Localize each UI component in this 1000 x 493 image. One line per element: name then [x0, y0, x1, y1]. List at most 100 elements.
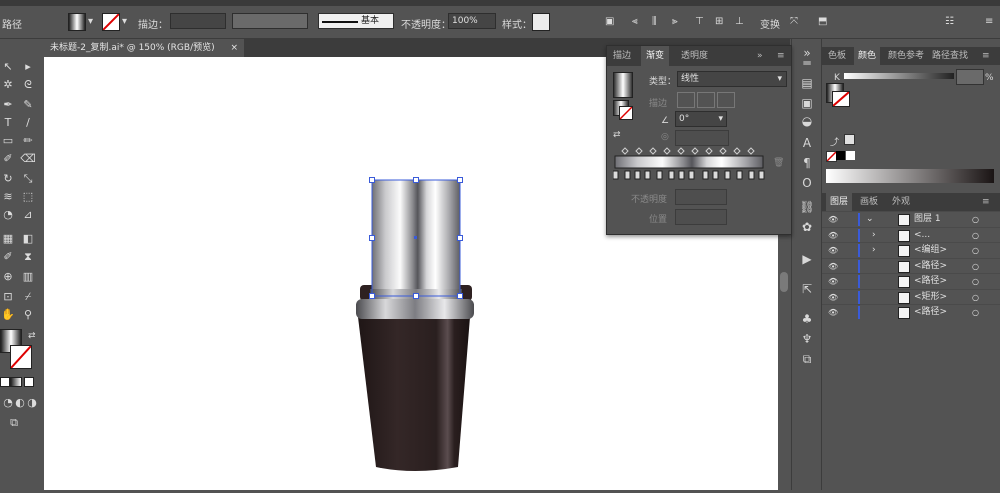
document-tab[interactable]: 未标题-2_复制.ai* @ 150% (RGB/预览) ×: [44, 39, 244, 57]
pen-tool-icon[interactable]: ✒: [0, 97, 16, 113]
target-circle-icon[interactable]: ○: [972, 243, 979, 258]
puppet-icon[interactable]: ♆: [799, 331, 815, 347]
layer-name[interactable]: <路径>: [914, 305, 947, 320]
stroke-swatch[interactable]: [102, 13, 120, 31]
handle-bottom-center[interactable]: [413, 293, 419, 299]
visibility-eye-icon[interactable]: 👁: [828, 212, 838, 227]
web-safe-swatch[interactable]: [844, 134, 855, 145]
k-value-input[interactable]: [956, 69, 984, 85]
stroke-across-icon[interactable]: [717, 92, 735, 108]
slice-tool-icon[interactable]: ⌿: [20, 289, 36, 305]
visibility-eye-icon[interactable]: 👁: [828, 290, 838, 305]
target-circle-icon[interactable]: ○: [972, 259, 979, 274]
shaper-tool-icon[interactable]: ✐: [0, 151, 16, 167]
reverse-gradient-icon[interactable]: ⇄: [613, 130, 621, 140]
zoom-tool-icon[interactable]: ⚲: [20, 307, 36, 323]
visibility-eye-icon[interactable]: 👁: [828, 274, 838, 289]
gradient-mode-icon[interactable]: [10, 377, 22, 387]
tab-transparency[interactable]: 透明度: [681, 46, 708, 66]
tab-appearance[interactable]: 外观: [892, 193, 910, 211]
panel-options-icon[interactable]: ☷: [945, 16, 954, 27]
disclosure-chevron-icon[interactable]: ›: [872, 243, 876, 258]
layer-name[interactable]: 图层 1: [914, 212, 941, 227]
none-mode-icon[interactable]: [24, 377, 34, 387]
tab-layers[interactable]: 图层: [826, 193, 853, 211]
draw-inside-icon[interactable]: ◑: [24, 395, 40, 411]
target-circle-icon[interactable]: ○: [972, 228, 979, 243]
line-tool-icon[interactable]: /: [20, 115, 36, 131]
color-spectrum-bar[interactable]: [826, 169, 994, 183]
paintbrush-tool-icon[interactable]: ✏: [20, 133, 36, 149]
type-tool-icon[interactable]: T: [0, 115, 16, 131]
handle-middle-left[interactable]: [369, 235, 375, 241]
gradient-thumbnail[interactable]: [613, 72, 633, 98]
bottle-body[interactable]: [358, 317, 470, 471]
properties-icon[interactable]: ▤: [799, 75, 815, 91]
tab-artboards[interactable]: 画板: [860, 193, 878, 211]
transform-label[interactable]: 变换: [760, 16, 780, 31]
target-circle-icon[interactable]: ○: [972, 212, 979, 227]
bottle-collar-ring[interactable]: [356, 299, 474, 319]
tab-color[interactable]: 颜色: [854, 47, 881, 65]
layer-row[interactable]: 👁 ⌄ 图层 1 ○: [822, 211, 1000, 227]
export-icon[interactable]: ⇱: [799, 281, 815, 297]
opacity-input[interactable]: 100%: [448, 13, 496, 29]
color-mode-icon[interactable]: [0, 377, 10, 387]
angle-input[interactable]: 0° ▾: [675, 111, 727, 127]
handle-top-right[interactable]: [457, 177, 463, 183]
actions-play-icon[interactable]: ▶: [799, 251, 815, 267]
arrange-icon[interactable]: ⬒: [818, 16, 827, 27]
layer-row[interactable]: 👁 <路径> ○: [822, 257, 1000, 274]
scale-tool-icon[interactable]: ⤡: [20, 171, 36, 187]
handle-top-center[interactable]: [413, 177, 419, 183]
character-icon[interactable]: A: [799, 135, 815, 151]
gradient-stroke-indicator[interactable]: [619, 106, 633, 120]
selection-tool-icon[interactable]: ↖: [0, 59, 16, 75]
artboards-icon[interactable]: ⧉: [799, 351, 815, 367]
tab-swatches[interactable]: 色板: [828, 47, 846, 65]
disclosure-chevron-icon[interactable]: ›: [872, 228, 876, 243]
shape-builder-tool-icon[interactable]: ◔: [0, 207, 16, 223]
align-middle-icon[interactable]: ⊞: [715, 16, 723, 27]
lasso-tool-icon[interactable]: ᘓ: [20, 77, 36, 93]
layer-row[interactable]: 👁 <路径> ○: [822, 304, 1000, 320]
collapse-panel-icon[interactable]: »: [757, 46, 763, 66]
blend-tool-icon[interactable]: ⧗: [20, 249, 36, 265]
align-bottom-icon[interactable]: ⊥: [735, 16, 744, 27]
panel-menu-icon[interactable]: ≡: [982, 47, 990, 65]
eyedropper-tool-icon[interactable]: ✐: [0, 249, 16, 265]
layers-menu-icon[interactable]: ≡: [982, 193, 990, 211]
gradient-slider[interactable]: [613, 146, 773, 182]
close-tab-icon[interactable]: ×: [230, 39, 238, 57]
target-circle-icon[interactable]: ○: [972, 290, 979, 305]
magic-wand-tool-icon[interactable]: ✲: [0, 77, 16, 93]
target-circle-icon[interactable]: ○: [972, 305, 979, 320]
tab-gradient[interactable]: 渐变: [641, 46, 670, 66]
layer-row[interactable]: 👁 <矩形> ○: [822, 288, 1000, 305]
layer-name[interactable]: <矩形>: [914, 290, 947, 305]
white-swatch[interactable]: [846, 151, 855, 160]
stroke-within-icon[interactable]: [677, 92, 695, 108]
width-tool-icon[interactable]: ≋: [0, 189, 16, 205]
layers-panel-icon[interactable]: ▣: [799, 95, 815, 111]
screen-mode-icon[interactable]: ⧉: [6, 415, 22, 431]
paragraph-icon[interactable]: ¶: [799, 155, 815, 171]
k-slider[interactable]: [844, 73, 954, 79]
layer-row[interactable]: 👁 › <... ○: [822, 226, 1000, 243]
target-circle-icon[interactable]: ○: [972, 274, 979, 289]
symbols-icon[interactable]: ✿: [799, 219, 815, 235]
stroke-dropdown-chevron-icon[interactable]: ▾: [122, 16, 127, 27]
isolate-icon[interactable]: ⤧: [790, 16, 798, 27]
visibility-eye-icon[interactable]: 👁: [828, 259, 838, 274]
column-graph-tool-icon[interactable]: ▥: [20, 269, 36, 285]
align-top-icon[interactable]: ⊤: [695, 16, 704, 27]
club-symbol-icon[interactable]: ♣: [799, 311, 815, 327]
menu-toggle-icon[interactable]: ≡: [985, 16, 993, 27]
free-transform-tool-icon[interactable]: ⬚: [20, 189, 36, 205]
handle-middle-right[interactable]: [457, 235, 463, 241]
layer-row[interactable]: 👁 <路径> ○: [822, 273, 1000, 289]
fill-dropdown-chevron-icon[interactable]: ▾: [88, 16, 93, 27]
mesh-tool-icon[interactable]: ▦: [0, 231, 16, 247]
disclosure-chevron-icon[interactable]: ⌄: [866, 212, 874, 227]
links-icon[interactable]: ⛓: [799, 199, 815, 215]
